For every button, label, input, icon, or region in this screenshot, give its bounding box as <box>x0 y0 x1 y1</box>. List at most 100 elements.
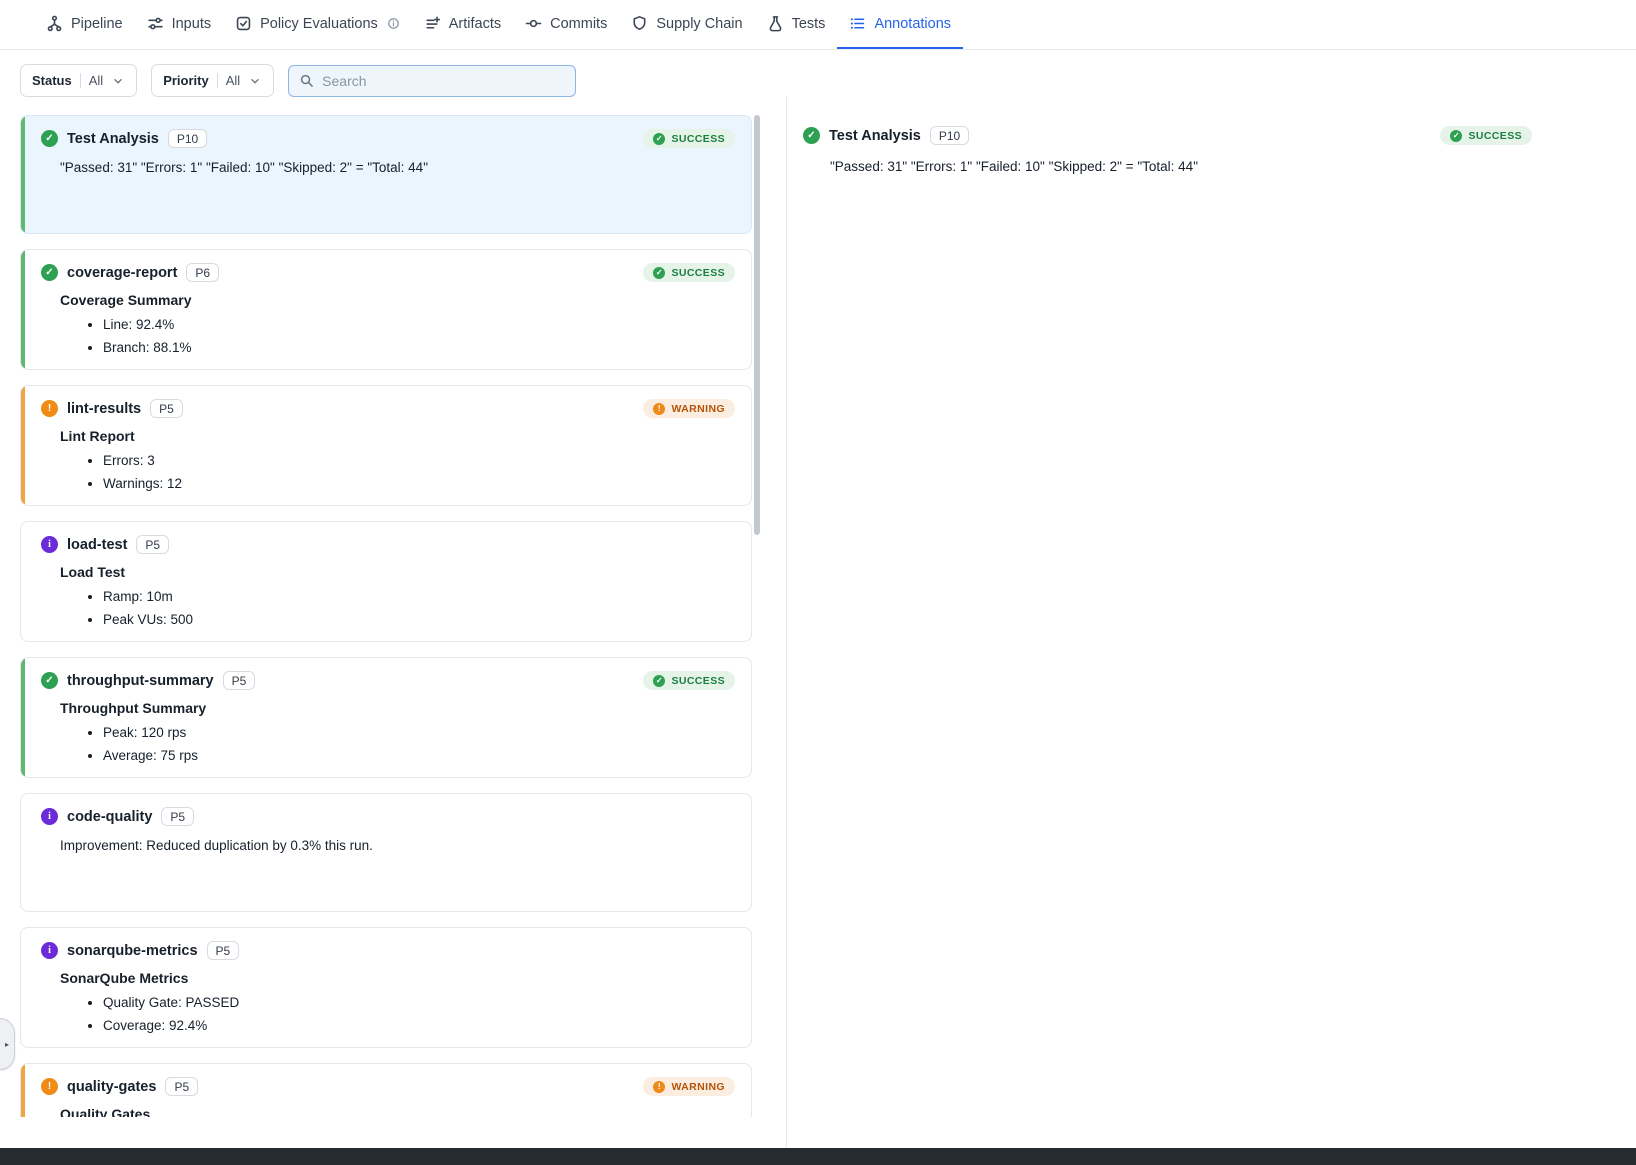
annotation-detail-panel: Test Analysis P10 SUCCESS "Passed: 31" "… <box>786 97 1636 1148</box>
card-header: lint-results P5 WARNING <box>41 399 735 418</box>
success-icon <box>41 130 58 147</box>
annotation-list-column: Test Analysis P10 SUCCESS "Passed: 31" "… <box>0 97 786 1148</box>
info-icon <box>41 942 58 959</box>
status-badge: SUCCESS <box>643 263 735 282</box>
detail-title: Test Analysis <box>829 128 921 144</box>
card-header: load-test P5 <box>41 535 735 554</box>
priority-badge: P6 <box>186 263 219 282</box>
tab-policy-evaluations[interactable]: Policy Evaluations <box>223 0 412 49</box>
detail-priority-badge: P10 <box>930 126 969 145</box>
card-bullets: Ramp: 10mPeak VUs: 500 <box>41 587 735 629</box>
priority-badge: P5 <box>165 1077 198 1096</box>
artifacts-icon <box>424 15 441 32</box>
bullet-item: Peak: 120 rps <box>103 723 735 742</box>
card-title: code-quality <box>67 809 152 825</box>
priority-badge: P5 <box>150 399 183 418</box>
card-heading: Lint Report <box>60 428 735 444</box>
card-heading: SonarQube Metrics <box>60 970 735 986</box>
status-label: SUCCESS <box>671 133 725 145</box>
panel-expand-handle[interactable] <box>0 1018 15 1070</box>
status-label: SUCCESS <box>671 267 725 279</box>
detail-body-text: "Passed: 31" "Errors: 1" "Failed: 10" "S… <box>830 159 1532 174</box>
annotation-card[interactable]: sonarqube-metrics P5 SonarQube Metrics Q… <box>20 927 752 1048</box>
search-box[interactable] <box>288 65 576 97</box>
status-filter-dropdown[interactable]: Status All <box>20 64 137 97</box>
card-title: quality-gates <box>67 1079 156 1095</box>
card-title: Test Analysis <box>67 131 159 147</box>
tab-pipeline[interactable]: Pipeline <box>34 0 135 49</box>
tab-commits[interactable]: Commits <box>513 0 619 49</box>
list-scrollbar-thumb[interactable] <box>754 115 760 535</box>
tab-label: Inputs <box>172 16 212 32</box>
tab-label: Commits <box>550 16 607 32</box>
tab-annotations[interactable]: Annotations <box>837 0 963 49</box>
card-body-text: "Passed: 31" "Errors: 1" "Failed: 10" "S… <box>60 160 735 175</box>
card-title: sonarqube-metrics <box>67 943 198 959</box>
info-icon <box>41 808 58 825</box>
tab-supply-chain[interactable]: Supply Chain <box>619 0 754 49</box>
card-header: throughput-summary P5 SUCCESS <box>41 671 735 690</box>
annotation-card[interactable]: coverage-report P6 SUCCESS Coverage Summ… <box>20 249 752 370</box>
status-badge: SUCCESS <box>643 671 735 690</box>
bullet-item: Warnings: 12 <box>103 474 735 493</box>
priority-badge: P10 <box>168 129 207 148</box>
annotation-card[interactable]: quality-gates P5 WARNING Quality Gates <box>20 1063 752 1117</box>
info-circle-icon <box>387 17 400 30</box>
bottom-bar <box>0 1148 1636 1165</box>
search-icon <box>299 73 314 88</box>
chevron-down-icon <box>248 74 262 88</box>
success-icon <box>41 264 58 281</box>
inputs-icon <box>147 15 164 32</box>
card-header: coverage-report P6 SUCCESS <box>41 263 735 282</box>
priority-badge: P5 <box>161 807 194 826</box>
card-heading: Throughput Summary <box>60 700 735 716</box>
bullet-item: Line: 92.4% <box>103 315 735 334</box>
info-icon <box>41 536 58 553</box>
tab-inputs[interactable]: Inputs <box>135 0 224 49</box>
tab-label: Pipeline <box>71 16 123 32</box>
divider <box>217 73 218 88</box>
status-badge: WARNING <box>643 399 735 418</box>
status-label: WARNING <box>671 403 725 415</box>
card-bullets: Line: 92.4%Branch: 88.1% <box>41 315 735 357</box>
card-title: load-test <box>67 537 127 553</box>
tab-artifacts[interactable]: Artifacts <box>412 0 513 49</box>
card-header: quality-gates P5 WARNING <box>41 1077 735 1096</box>
filter-bar: Status All Priority All <box>20 64 1636 97</box>
tab-label: Supply Chain <box>656 16 742 32</box>
commits-icon <box>525 15 542 32</box>
status-icon <box>653 675 665 687</box>
annotation-card[interactable]: lint-results P5 WARNING Lint Report Erro… <box>20 385 752 506</box>
annotation-card[interactable]: throughput-summary P5 SUCCESS Throughput… <box>20 657 752 778</box>
annotation-card[interactable]: code-quality P5 Improvement: Reduced dup… <box>20 793 752 912</box>
card-header: Test Analysis P10 SUCCESS <box>41 129 735 148</box>
tab-label: Policy Evaluations <box>260 16 378 32</box>
status-filter-value: All <box>89 73 103 88</box>
status-badge: SUCCESS <box>643 129 735 148</box>
annotations-icon <box>849 15 866 32</box>
search-input[interactable] <box>322 73 565 89</box>
detail-header: Test Analysis P10 SUCCESS <box>803 126 1532 145</box>
annotation-list: Test Analysis P10 SUCCESS "Passed: 31" "… <box>20 115 752 1117</box>
priority-filter-dropdown[interactable]: Priority All <box>151 64 274 97</box>
annotation-card[interactable]: Test Analysis P10 SUCCESS "Passed: 31" "… <box>20 115 752 234</box>
supply-chain-icon <box>631 15 648 32</box>
tab-bar: Pipeline Inputs Policy Evaluations Artif… <box>34 0 963 49</box>
bullet-item: Ramp: 10m <box>103 587 735 606</box>
divider <box>80 73 81 88</box>
card-header: sonarqube-metrics P5 <box>41 941 735 960</box>
annotation-card[interactable]: load-test P5 Load Test Ramp: 10mPeak VUs… <box>20 521 752 642</box>
tab-label: Tests <box>792 16 826 32</box>
tests-icon <box>767 15 784 32</box>
tab-tests[interactable]: Tests <box>755 0 838 49</box>
status-icon <box>653 133 665 145</box>
card-title: throughput-summary <box>67 673 214 689</box>
policy-icon <box>235 15 252 32</box>
priority-filter-value: All <box>226 73 240 88</box>
priority-badge: P5 <box>136 535 169 554</box>
tab-label: Annotations <box>874 16 951 32</box>
card-title: coverage-report <box>67 265 177 281</box>
pipeline-icon <box>46 15 63 32</box>
card-header: code-quality P5 <box>41 807 735 826</box>
warning-icon <box>41 1078 58 1095</box>
